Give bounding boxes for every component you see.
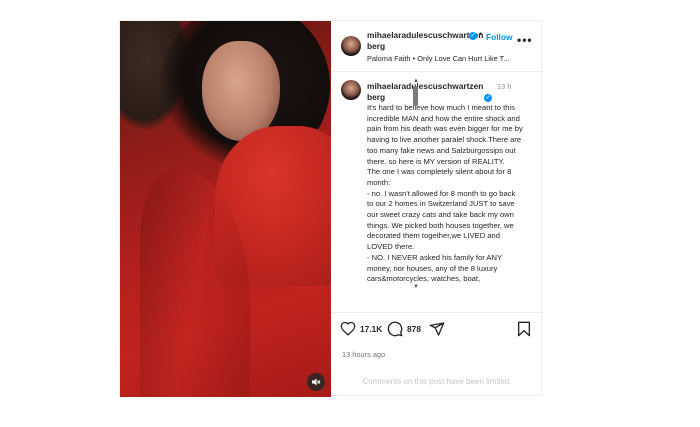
caption-timestamp: 13 h (497, 82, 512, 91)
scroll-down-arrow-icon[interactable]: ▼ (413, 284, 419, 290)
like-count: 17.1K (360, 323, 383, 334)
caption-block: mihaelaradulescuschwartzenberg ✓ 13 h It… (331, 72, 543, 312)
heart-icon (340, 321, 356, 336)
separator-dot: • (479, 29, 483, 39)
caption-avatar[interactable] (341, 80, 361, 100)
caption-scrollbar[interactable]: ▲ ▼ (413, 78, 419, 290)
scroll-up-arrow-icon[interactable]: ▲ (413, 78, 419, 84)
verified-badge-icon: ✓ (484, 94, 492, 102)
more-options-icon[interactable]: ••• (517, 33, 533, 47)
post-sidebar: mihaelaradulescuschwartzenberg ✓ • Follo… (331, 21, 543, 397)
instagram-post: mihaelaradulescuschwartzenberg ✓ • Follo… (119, 20, 543, 397)
like-button[interactable]: 17.1K (340, 321, 382, 336)
verified-badge-icon: ✓ (469, 32, 477, 40)
scrollbar-thumb[interactable] (413, 86, 418, 106)
comment-button[interactable]: 878 (387, 321, 421, 337)
avatar[interactable] (341, 36, 361, 56)
caption-username[interactable]: mihaelaradulescuschwartzenberg (367, 81, 485, 103)
audio-track-link[interactable]: Paloma Faith • Only Love Can Hurt Like T… (367, 54, 517, 63)
caption-text: It's hard to believe how much I meant to… (367, 103, 523, 284)
follow-button[interactable]: Follow (486, 32, 513, 42)
share-button[interactable] (429, 321, 445, 337)
post-time-ago[interactable]: 13 hours ago (342, 350, 385, 359)
save-button[interactable] (517, 321, 531, 337)
comment-count: 878 (407, 324, 421, 334)
send-icon (429, 322, 445, 336)
post-photo[interactable] (120, 21, 331, 397)
post-header: mihaelaradulescuschwartzenberg ✓ • Follo… (331, 21, 543, 72)
action-bar: 17.1K 878 13 hours ago (331, 312, 543, 373)
bookmark-icon (518, 321, 530, 337)
comment-icon (387, 321, 403, 337)
comments-limited-notice: Comments on this post have been limited. (362, 377, 512, 386)
speaker-muted-icon (312, 378, 321, 386)
mute-button[interactable] (307, 373, 325, 391)
